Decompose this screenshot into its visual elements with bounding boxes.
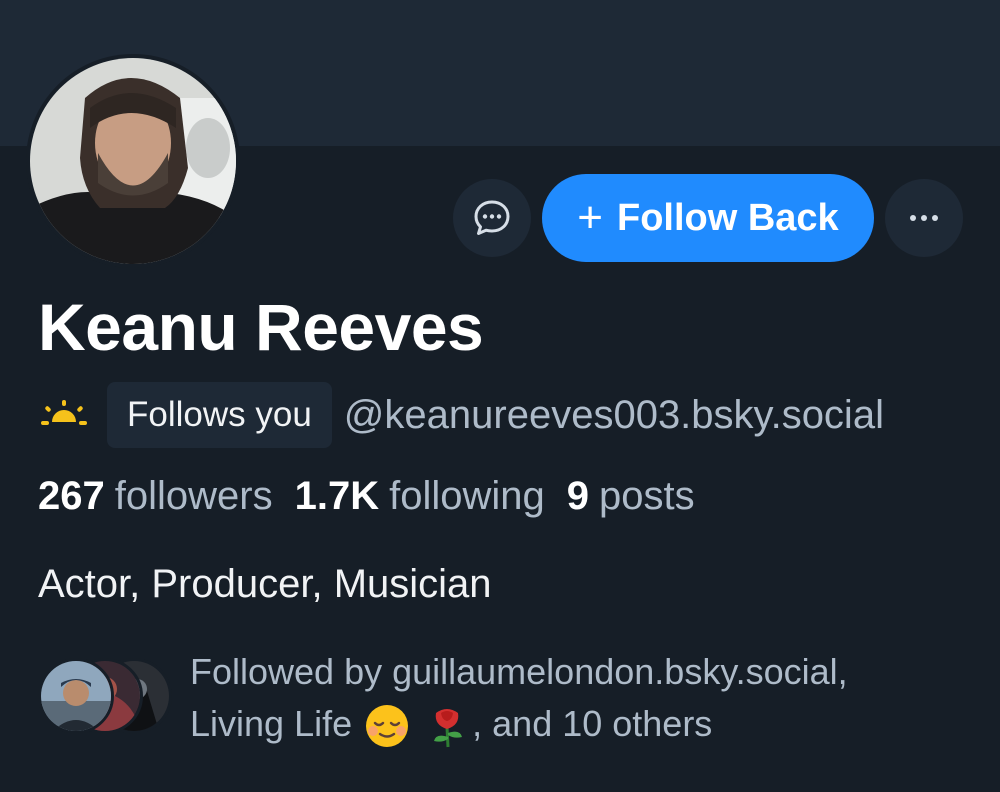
more-options-button[interactable] [885,179,963,257]
posts-count: 9 [566,474,589,518]
profile-stats: 267 followers 1.7K following 9 posts [38,474,717,519]
followers-count: 267 [38,474,105,518]
follow-back-button[interactable]: + Follow Back [542,174,874,262]
known-followers-suffix: , and 10 others [472,703,713,744]
follows-you-badge: Follows you [107,382,332,448]
posts-label: posts [599,474,695,518]
known-followers-prefix: Followed by guillaumelondon.bsky.social, [190,651,848,692]
relieved-smile-emoji [366,705,409,748]
handle-row: Follows you @keanureeves003.bsky.social [38,382,884,448]
ellipsis-icon [910,215,938,221]
follower-avatar [38,658,114,734]
known-followers-text: Followed by guillaumelondon.bsky.social,… [190,646,970,750]
known-followers[interactable]: Followed by guillaumelondon.bsky.social,… [38,646,970,750]
profile-bio: Actor, Producer, Musician [38,562,492,606]
plus-icon: + [577,193,603,242]
posts-stat: 9 posts [567,474,717,519]
profile-handle[interactable]: @keanureeves003.bsky.social [344,393,884,438]
known-followers-avatars [38,658,172,734]
follow-back-label: Follow Back [616,196,839,239]
profile-avatar[interactable] [26,54,240,268]
profile-actions: + Follow Back [453,174,963,262]
following-count: 1.7K [294,474,380,518]
avatar-image [30,58,236,264]
known-follower-name: Living Life [190,703,353,744]
display-name: Keanu Reeves [38,290,484,364]
sun-icon [38,395,90,435]
followers-label: followers [114,474,273,518]
following-stat[interactable]: 1.7K following [295,474,567,519]
rose-emoji [434,709,463,748]
followers-stat[interactable]: 267 followers [38,474,295,519]
chat-bubble-icon [474,200,510,235]
following-label: following [389,474,545,518]
message-button[interactable] [453,179,531,257]
